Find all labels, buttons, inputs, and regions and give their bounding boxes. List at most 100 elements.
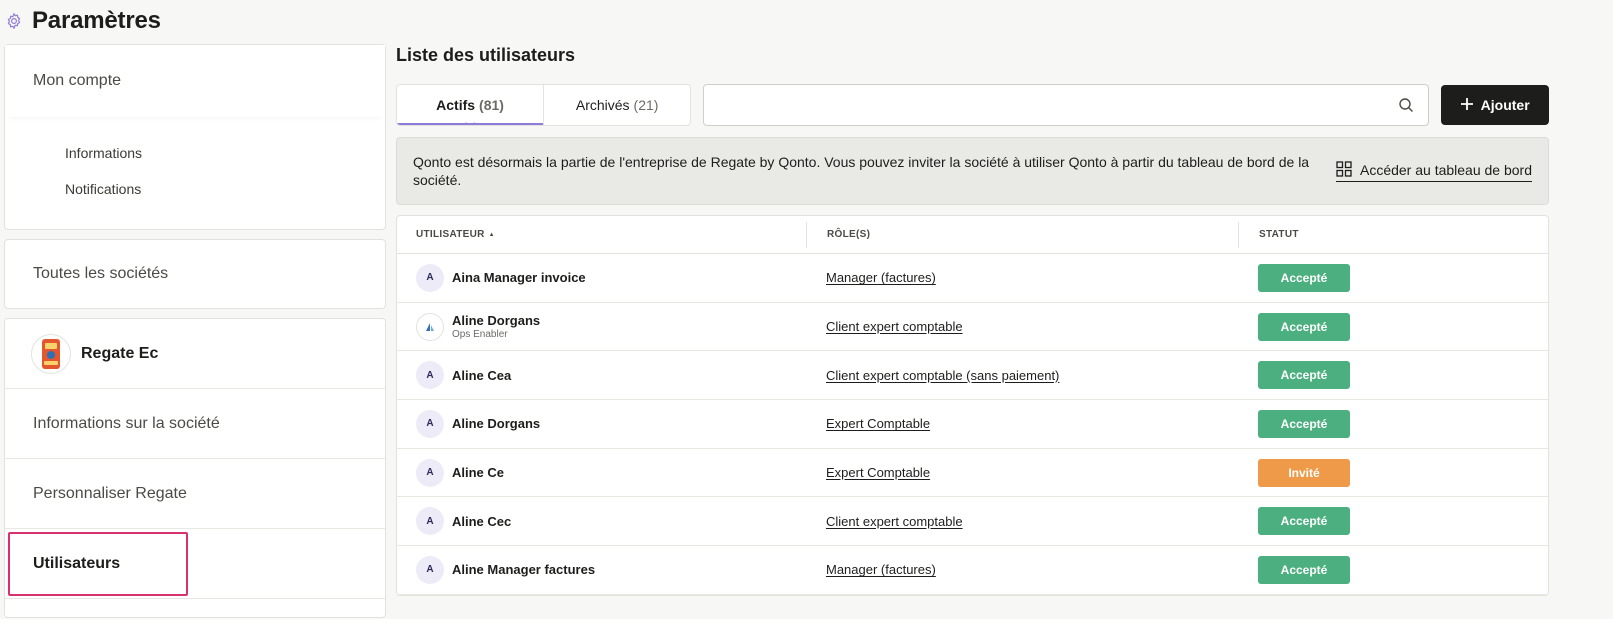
organization-header: Regate Ec: [5, 319, 385, 389]
status-tabs: Actifs (81) Archivés (21): [396, 84, 692, 126]
status-badge: Accepté: [1258, 361, 1350, 390]
tab-active[interactable]: Actifs (81): [397, 85, 544, 125]
tab-archived[interactable]: Archivés (21): [543, 85, 690, 125]
cell-user: Aline Dorgans Ops Enabler: [397, 312, 806, 341]
cell-status: Invité: [1238, 458, 1548, 487]
sidebar-item-all-companies[interactable]: Toutes les sociétés: [4, 239, 386, 309]
table-row[interactable]: A Aline Ce Expert Comptable Invité: [397, 449, 1548, 498]
cell-role: Expert Comptable: [806, 465, 1238, 480]
role-link[interactable]: Expert Comptable: [826, 416, 930, 431]
status-badge: Accepté: [1258, 555, 1350, 584]
main-content: Liste des utilisateurs Actifs (81) Archi…: [396, 44, 1549, 596]
user-avatar: A: [416, 361, 444, 390]
cell-role: Manager (factures): [806, 270, 1238, 285]
table-row[interactable]: A Aline Dorgans Expert Comptable Accepté: [397, 400, 1548, 449]
page-title: Paramètres: [32, 7, 161, 34]
cell-status: Accepté: [1238, 312, 1548, 341]
user-avatar: A: [416, 263, 444, 292]
table-row[interactable]: A Aline Cea Client expert comptable (san…: [397, 351, 1548, 401]
cell-status: Accepté: [1238, 361, 1548, 390]
cell-role: Client expert comptable: [806, 319, 1238, 334]
account-card: Mon compte Informations Notifications: [4, 44, 386, 230]
cell-user: A Aline Ce: [397, 458, 806, 487]
header-user[interactable]: UTILISATEUR ▲: [397, 229, 806, 240]
sidebar-item-users[interactable]: Utilisateurs: [5, 529, 385, 599]
user-text: Aline Manager factures: [452, 562, 595, 577]
cell-user: A Aline Manager factures: [397, 555, 806, 584]
role-link[interactable]: Manager (factures): [826, 562, 936, 577]
search-input[interactable]: [704, 85, 1429, 125]
user-avatar-logo: [416, 312, 444, 341]
tab-active-label: Actifs: [436, 97, 476, 113]
user-name: Aline Cea: [452, 367, 512, 383]
settings-sidebar: Mon compte Informations Notifications To…: [4, 44, 386, 618]
status-badge: Invité: [1258, 458, 1350, 487]
plus-icon: [1460, 97, 1473, 113]
tab-active-count: (81): [479, 97, 504, 113]
sidebar-item-company-info[interactable]: Informations sur la société: [5, 389, 385, 459]
cell-user: A Aina Manager invoice: [397, 263, 806, 292]
cell-status: Accepté: [1238, 507, 1548, 536]
user-name: Aline Cec: [452, 513, 512, 529]
user-avatar: A: [416, 555, 444, 584]
sidebar-item-notifications[interactable]: Notifications: [5, 171, 385, 207]
search-icon[interactable]: [1398, 97, 1414, 113]
search-box: [703, 84, 1430, 126]
user-avatar: A: [416, 507, 444, 536]
sort-ascending-icon: ▲: [488, 231, 495, 238]
role-link[interactable]: Expert Comptable: [826, 465, 930, 480]
table-row[interactable]: A Aline Manager factures Manager (factur…: [397, 546, 1548, 595]
role-link[interactable]: Client expert comptable: [826, 319, 963, 334]
status-badge: Accepté: [1258, 409, 1350, 438]
status-badge: Accepté: [1258, 507, 1350, 536]
table-header: UTILISATEUR ▲ RÔLE(S) STATUT: [397, 216, 1548, 254]
cell-status: Accepté: [1238, 555, 1548, 584]
sidebar-item-informations[interactable]: Informations: [5, 135, 385, 171]
sidebar-item-users-label: Utilisateurs: [33, 554, 121, 572]
cell-role: Client expert comptable: [806, 514, 1238, 529]
gear-icon: [4, 11, 24, 31]
status-badge: Accepté: [1258, 312, 1350, 341]
company-logo: [31, 333, 71, 374]
cell-status: Accepté: [1238, 263, 1548, 292]
sidebar-item-customize[interactable]: Personnaliser Regate: [5, 459, 385, 529]
banner-text: Qonto est désormais la partie de l'entre…: [413, 154, 1310, 188]
role-link[interactable]: Client expert comptable (sans paiement): [826, 368, 1059, 383]
table-row[interactable]: Aline Dorgans Ops Enabler Client expert …: [397, 303, 1548, 352]
users-table: UTILISATEUR ▲ RÔLE(S) STATUT A Aina Mana…: [396, 215, 1549, 596]
header-roles: RÔLE(S): [806, 221, 1238, 248]
user-name: Aline Manager factures: [452, 562, 596, 578]
table-body: A Aina Manager invoice Manager (factures…: [397, 254, 1548, 595]
grid-icon: [1336, 160, 1352, 180]
user-text: Aline Cec: [452, 514, 511, 529]
user-name: Aline Dorgans: [452, 313, 541, 329]
user-text: Aline Ce: [452, 465, 504, 480]
table-row[interactable]: A Aline Cec Client expert comptable Acce…: [397, 497, 1548, 547]
user-text: Aline Dorgans Ops Enabler: [452, 313, 540, 340]
cell-status: Accepté: [1238, 409, 1548, 438]
header-user-label: UTILISATEUR: [416, 229, 485, 240]
role-link[interactable]: Client expert comptable: [826, 514, 963, 529]
user-name: Aline Dorgans: [452, 416, 541, 432]
user-subtitle: Ops Enabler: [452, 329, 508, 341]
role-link[interactable]: Manager (factures): [826, 270, 936, 285]
cell-role: Manager (factures): [806, 562, 1238, 577]
dashboard-link-label: Accéder au tableau de bord: [1359, 162, 1532, 178]
tab-archived-count: (21): [633, 97, 659, 113]
user-name: Aina Manager invoice: [452, 270, 586, 286]
status-badge: Accepté: [1258, 263, 1350, 292]
table-row[interactable]: A Aina Manager invoice Manager (factures…: [397, 254, 1548, 303]
dashboard-link[interactable]: Accéder au tableau de bord: [1335, 160, 1532, 182]
sidebar-item-my-account[interactable]: Mon compte: [5, 45, 385, 117]
organization-card: Regate Ec Informations sur la société Pe…: [4, 318, 386, 618]
add-user-button[interactable]: Ajouter: [1441, 85, 1549, 125]
toolbar: Actifs (81) Archivés (21) Ajouter: [396, 84, 1549, 126]
user-avatar: A: [416, 409, 444, 438]
user-text: Aina Manager invoice: [452, 270, 586, 285]
organization-name: Regate Ec: [81, 344, 159, 362]
cell-user: A Aline Dorgans: [397, 409, 806, 438]
cell-role: Client expert comptable (sans paiement): [806, 368, 1238, 383]
section-title: Liste des utilisateurs: [396, 45, 576, 65]
user-text: Aline Cea: [452, 368, 511, 383]
user-text: Aline Dorgans: [452, 416, 540, 431]
